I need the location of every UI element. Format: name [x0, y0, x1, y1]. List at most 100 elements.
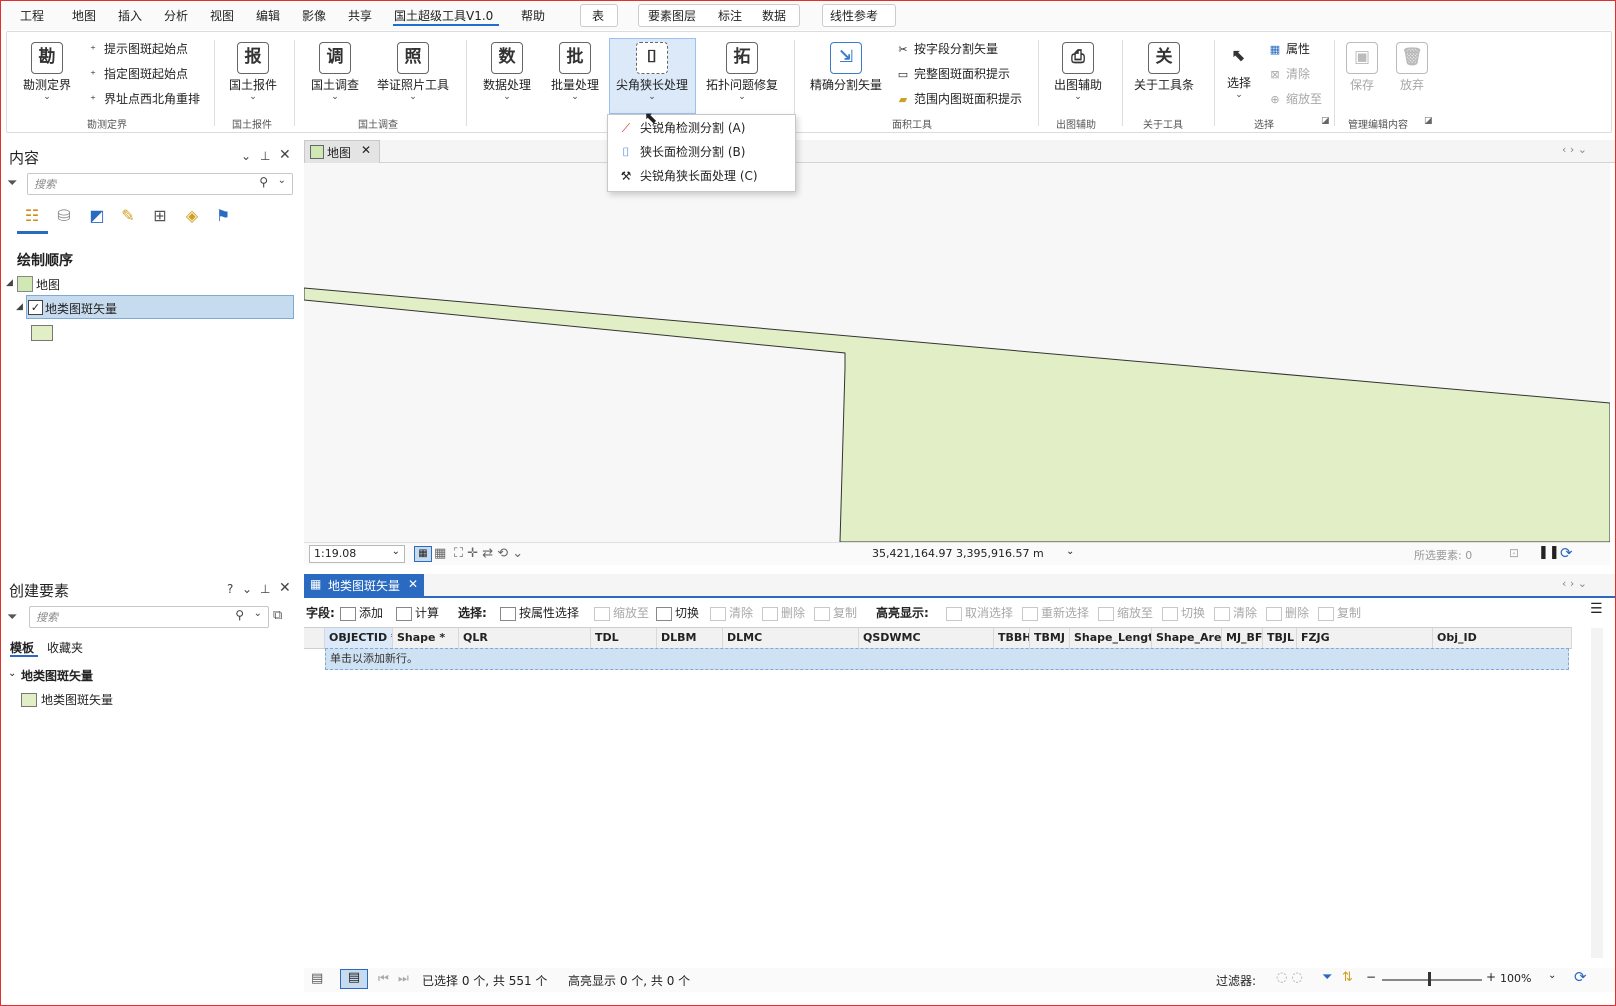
dialog-launcher-icon[interactable]: ◪	[1424, 116, 1433, 126]
menu-data[interactable]: 数据	[762, 7, 786, 24]
copy-button[interactable]: 复制	[814, 604, 857, 621]
column-header[interactable]: Shape_Length	[1070, 628, 1152, 648]
pin-icon[interactable]: ⊥	[260, 149, 270, 163]
menu-imagery[interactable]: 影像	[302, 7, 326, 24]
contents-search-input[interactable]: 搜索 ⚲ ⌄	[27, 173, 293, 195]
map-tab[interactable]: 地图 ✕	[304, 140, 380, 163]
map-node-label[interactable]: 地图	[36, 276, 60, 293]
calculate-button[interactable]: 计算	[396, 604, 439, 621]
column-header[interactable]: FZJG	[1297, 628, 1433, 648]
attributes-button[interactable]: ▦ 属性	[1268, 40, 1310, 60]
scale-select[interactable]: 1:19.08 ⌄	[309, 545, 405, 563]
highlight-switch-button[interactable]: 切换	[1162, 604, 1205, 621]
close-icon[interactable]: ✕	[279, 147, 291, 163]
zoom-to-button[interactable]: 缩放至	[594, 604, 649, 621]
data-processing-button[interactable]: 数 数据处理 ⌄	[472, 38, 542, 104]
template-item[interactable]: 地类图斑矢量	[41, 691, 113, 708]
hamburger-menu-icon[interactable]: ☰	[1590, 601, 1603, 617]
layer-visibility-checkbox[interactable]: ✓	[28, 300, 43, 315]
map-canvas[interactable]	[304, 163, 1610, 542]
attribute-table-tab[interactable]: ▦ 地类图斑矢量 ✕	[304, 574, 424, 596]
pause-icon[interactable]: ❚❚	[1538, 545, 1560, 560]
highlight-zoom-button[interactable]: 缩放至	[1098, 604, 1153, 621]
dialog-launcher-icon[interactable]: ◪	[1321, 116, 1330, 126]
table-icon[interactable]: ▦	[434, 546, 446, 561]
manage-templates-icon[interactable]: ⧉	[273, 608, 282, 623]
new-row[interactable]: 单击以添加新行。	[325, 648, 1569, 670]
refresh-icon[interactable]: ⟳	[1560, 544, 1573, 562]
menu-share[interactable]: 共享	[348, 7, 372, 24]
last-page-icon[interactable]: ⏭	[398, 971, 409, 986]
column-header[interactable]: TBJL	[1263, 628, 1297, 648]
nav-tools-icon[interactable]: ⛶ ✛ ⇄ ⟲ ⌄	[454, 546, 523, 561]
range-area-hint-button[interactable]: ▰ 范围内图斑面积提示	[896, 90, 1022, 110]
clear-button[interactable]: 清除	[710, 604, 753, 621]
highlight-clear-button[interactable]: 清除	[1214, 604, 1257, 621]
dropdown-item-sharp-narrow-process[interactable]: ⚒ 尖锐角狭长面处理 (C)	[608, 165, 795, 187]
filter-extent-icon[interactable]: ◌ ◌	[1276, 970, 1303, 985]
panel-options-icon[interactable]: ⌄	[241, 149, 251, 163]
land-survey-button[interactable]: 调 国土调查 ⌄	[300, 38, 370, 104]
first-page-icon[interactable]: ⏮	[378, 971, 389, 986]
collapse-icon[interactable]: ◢	[6, 278, 13, 288]
column-header[interactable]: DLBM	[657, 628, 723, 648]
menu-map[interactable]: 地图	[72, 7, 96, 24]
sort-icon[interactable]: ⇅	[1342, 970, 1353, 985]
hint-start-point-button[interactable]: ⁺ 提示图斑起始点	[86, 40, 188, 60]
split-by-field-button[interactable]: ✂ 按字段分割矢量	[896, 40, 998, 60]
select-by-attributes-button[interactable]: 按属性选择	[500, 604, 579, 621]
menu-labeling[interactable]: 标注	[718, 7, 742, 24]
land-parcel-polygon[interactable]	[304, 287, 1610, 542]
show-selected-icon[interactable]: ▤	[340, 969, 368, 989]
close-icon[interactable]: ✕	[408, 577, 418, 591]
survey-button[interactable]: 勘 勘测定界 ⌄	[12, 38, 82, 104]
switch-selection-button[interactable]: 切换	[656, 604, 699, 621]
column-header[interactable]: TBBH	[994, 628, 1030, 648]
menu-table[interactable]: 表	[592, 7, 604, 24]
column-header[interactable]: MJ_BF	[1222, 628, 1263, 648]
delete-button[interactable]: 删除	[762, 604, 805, 621]
menu-insert[interactable]: 插入	[118, 7, 142, 24]
unselect-button[interactable]: 取消选择	[946, 604, 1013, 621]
menu-land-tools[interactable]: 国土超级工具V1.0	[394, 7, 493, 24]
zoom-out-icon[interactable]: −	[1366, 970, 1376, 984]
column-header[interactable]: OBJECTID *	[325, 628, 393, 648]
column-header[interactable]: Shape *	[393, 628, 459, 648]
refresh-icon[interactable]: ⟳	[1574, 968, 1587, 986]
collapse-icon[interactable]: ◢	[16, 302, 23, 312]
tab-favorites[interactable]: 收藏夹	[47, 639, 83, 656]
help-icon[interactable]: ?	[227, 582, 233, 596]
set-start-point-button[interactable]: ⁺ 指定图斑起始点	[86, 65, 188, 85]
tab-nav-icons[interactable]: ‹ › ⌄	[1562, 143, 1587, 156]
column-header[interactable]: QSDWMC	[859, 628, 994, 648]
menu-view[interactable]: 视图	[210, 7, 234, 24]
filter-icon[interactable]: ⏷	[1322, 970, 1332, 985]
vertical-scrollbar[interactable]	[1591, 628, 1603, 958]
editing-icon[interactable]: ✎	[117, 205, 139, 227]
batch-processing-button[interactable]: 批 批量处理 ⌄	[540, 38, 610, 104]
discard-edits-button[interactable]: 🗑 放弃	[1388, 38, 1436, 104]
refresh-view-icon[interactable]: ⊡	[1509, 546, 1519, 560]
pin-icon[interactable]: ⊥	[260, 582, 270, 596]
column-header[interactable]: Obj_ID	[1433, 628, 1572, 648]
menu-analysis[interactable]: 分析	[164, 7, 188, 24]
zoom-slider-track[interactable]	[1382, 979, 1482, 981]
about-toolbar-button[interactable]: 关 关于工具条	[1128, 38, 1200, 104]
filter-icon[interactable]: ⏷	[7, 610, 17, 625]
labeling-icon[interactable]: ◈	[181, 205, 203, 227]
menu-project[interactable]: 工程	[20, 7, 44, 24]
chevron-down-icon[interactable]: ⌄	[1066, 546, 1074, 557]
dropdown-item-sharp-angle-split[interactable]: ⟋ 尖锐角检测分割 (A)	[608, 117, 795, 139]
data-source-icon[interactable]: ⛁	[53, 205, 75, 227]
close-icon[interactable]: ✕	[279, 580, 291, 596]
full-area-hint-button[interactable]: ▭ 完整图斑面积提示	[896, 65, 1010, 85]
show-all-icon[interactable]: ▤	[311, 971, 323, 986]
chevron-down-icon[interactable]: ⌄	[1548, 970, 1556, 981]
snapping-icon[interactable]: ⊞	[149, 205, 171, 227]
menu-help[interactable]: 帮助	[521, 7, 545, 24]
clear-selection-button[interactable]: ⊠ 清除	[1268, 65, 1310, 85]
layer-symbol-swatch[interactable]	[31, 325, 53, 341]
precise-split-button[interactable]: ⇲ 精确分割矢量	[804, 38, 888, 104]
menu-linear-ref[interactable]: 线性参考	[830, 7, 878, 24]
dropdown-item-narrow-split[interactable]: ⌷ 狭长面检测分割 (B)	[608, 141, 795, 163]
